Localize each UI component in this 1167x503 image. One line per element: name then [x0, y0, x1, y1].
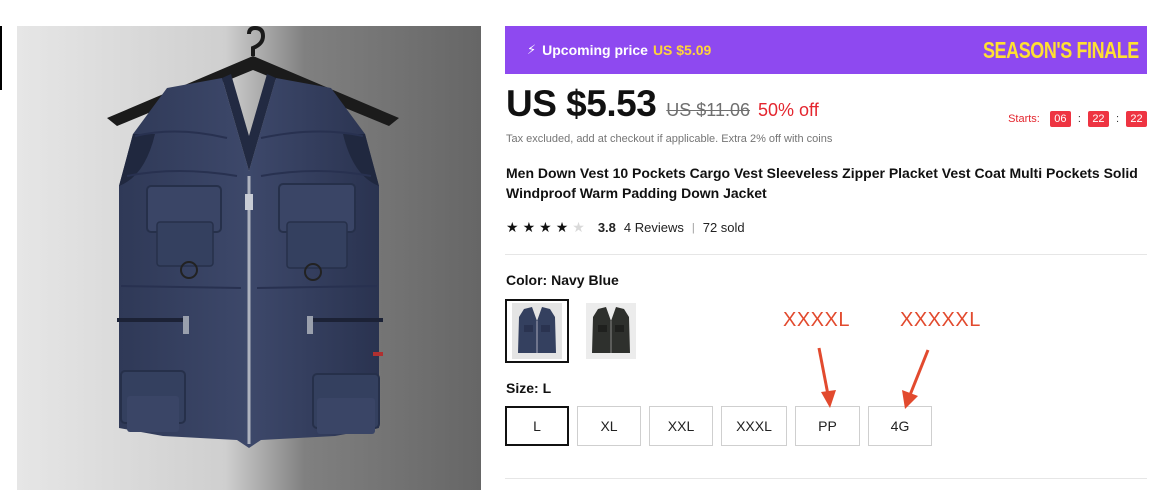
countdown-hours: 06 — [1049, 111, 1071, 127]
star-filled-icon: ★ — [555, 219, 569, 235]
rating-value: 3.8 — [597, 220, 616, 235]
upcoming-price-value: US $5.09 — [652, 42, 712, 58]
annotation-arrow-icon — [817, 347, 836, 408]
countdown-colon: : — [1077, 113, 1081, 125]
sold-count: 72 sold — [702, 220, 745, 235]
size-option-l[interactable]: L — [505, 406, 569, 446]
navy-vest-thumbnail — [512, 303, 562, 359]
size-option-xl[interactable]: XL — [577, 406, 641, 446]
upcoming-price: ⚡ Upcoming price US $5.09 — [527, 42, 711, 58]
size-option-4g[interactable]: 4G — [868, 406, 932, 446]
size-option-xxxl[interactable]: XXXL — [721, 406, 787, 446]
divider — [505, 254, 1147, 255]
size-option-xxl[interactable]: XXL — [649, 406, 713, 446]
vest-illustration — [17, 26, 481, 490]
season-finale-label: SEASON'S FINALE — [983, 36, 1139, 63]
left-edge-line — [0, 26, 2, 90]
countdown-colon: : — [1115, 113, 1119, 125]
countdown-minutes: 22 — [1087, 111, 1109, 127]
star-filled-icon: ★ — [522, 219, 536, 235]
reviews-link[interactable]: 4 Reviews — [624, 220, 684, 235]
original-price: US $11.06 — [666, 100, 751, 120]
tax-note: Tax excluded, add at checkout if applica… — [506, 133, 833, 145]
star-filled-icon: ★ — [506, 219, 519, 235]
countdown-label: Starts: — [1008, 113, 1040, 125]
countdown-timer: Starts: 06 : 22 : 22 — [1008, 111, 1147, 127]
size-label: Size: L — [506, 380, 552, 396]
annotation-arrow-icon — [902, 349, 930, 409]
product-title: Men Down Vest 10 Pockets Cargo Vest Slee… — [506, 165, 1138, 201]
current-price: US $5.53 — [506, 83, 657, 124]
annotation-pp-size: XXXXL — [783, 309, 850, 331]
annotation-4g-size: XXXXXL — [900, 309, 981, 331]
divider — [505, 478, 1147, 479]
countdown-seconds: 22 — [1126, 111, 1147, 127]
upcoming-price-banner: ⚡ Upcoming price US $5.09 SEASON'S FINAL… — [505, 26, 1147, 74]
color-swatch-navy-blue[interactable] — [505, 299, 569, 363]
main-product-image[interactable] — [17, 26, 481, 490]
rating-stars: ★ ★ ★ ★ ★ — [506, 219, 589, 236]
rating-row: ★ ★ ★ ★ ★ 3.8 4 Reviews | 72 sold — [506, 219, 745, 236]
color-label: Color: Navy Blue — [506, 272, 619, 288]
color-swatch-black[interactable] — [579, 299, 643, 363]
price-row: US $5.53 US $11.06 50% off — [506, 83, 819, 131]
rating-separator: | — [691, 221, 695, 234]
bolt-icon: ⚡ — [527, 42, 537, 57]
black-vest-thumbnail — [586, 303, 636, 359]
upcoming-price-label: Upcoming price — [542, 42, 648, 58]
star-empty-icon: ★ — [572, 219, 585, 235]
discount-badge: 50% off — [758, 100, 819, 120]
size-option-pp[interactable]: PP — [795, 406, 860, 446]
star-filled-icon: ★ — [539, 219, 552, 235]
